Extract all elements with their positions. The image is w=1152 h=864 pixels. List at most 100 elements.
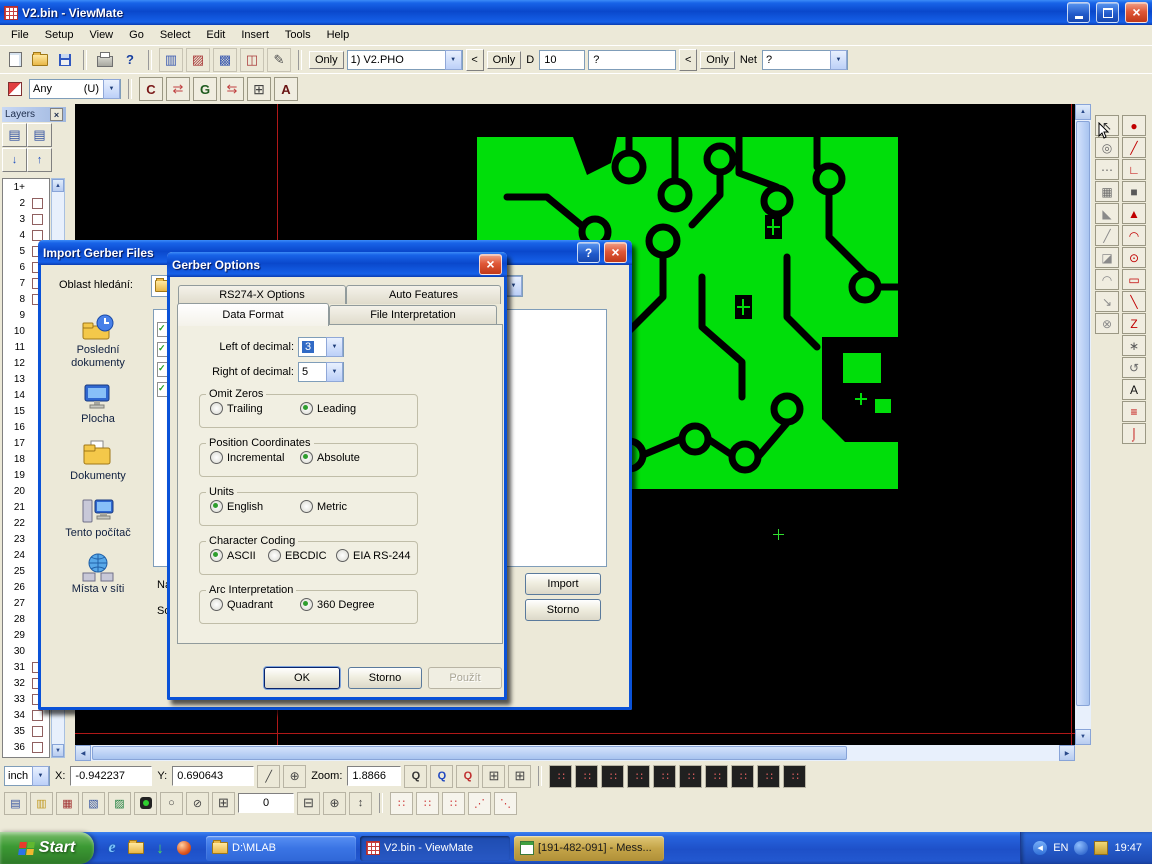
display-mode-icon[interactable]: ∷ [653, 765, 676, 788]
chevron-down-icon[interactable] [103, 79, 120, 99]
display-mode-icon[interactable]: ∷ [679, 765, 702, 788]
internet-explorer-icon[interactable] [102, 838, 122, 858]
menu-item[interactable]: Go [122, 27, 151, 43]
radio-eia-rs244[interactable]: EIA RS-244 [336, 549, 410, 562]
radio-english[interactable]: English [210, 500, 300, 513]
layer-table-button[interactable] [2, 123, 27, 147]
layer-row[interactable]: 36 [3, 739, 49, 755]
only-layer-toggle[interactable]: Only [309, 51, 344, 69]
radio-ebcdic[interactable]: EBCDIC [268, 549, 336, 562]
select-circle-button[interactable] [160, 792, 183, 815]
tool-icon[interactable]: ◠ [1095, 269, 1119, 290]
tool-icon[interactable]: ● [1122, 115, 1146, 136]
mode-icon[interactable]: ▥ [30, 792, 53, 815]
layer-row[interactable]: 2 [3, 195, 49, 211]
place-my-computer[interactable]: Tento počítač [50, 496, 146, 540]
pattern-icon[interactable]: ⋱ [494, 792, 517, 815]
app-titlebar[interactable]: V2.bin - ViewMate [0, 0, 1152, 25]
anchor-button[interactable] [323, 792, 346, 815]
tool-icon[interactable]: ⊗ [1095, 313, 1119, 334]
layer-color-swatch[interactable] [32, 726, 43, 737]
dcode-table-button[interactable]: C [139, 77, 163, 101]
tray-update-icon[interactable] [1074, 841, 1088, 855]
toolbar-tool-icon[interactable]: ◫ [240, 48, 264, 72]
text-tool-button[interactable]: A [274, 77, 298, 101]
dialog-titlebar[interactable]: Gerber Options [167, 252, 507, 277]
dot-grid-button[interactable] [297, 792, 320, 815]
save-button[interactable] [54, 49, 76, 71]
chevron-down-icon[interactable] [830, 50, 847, 70]
tool-icon[interactable]: ◪ [1095, 247, 1119, 268]
display-mode-icon[interactable]: ∷ [783, 765, 806, 788]
probe-button[interactable] [186, 792, 209, 815]
context-help-button[interactable] [119, 49, 141, 71]
open-file-button[interactable] [29, 49, 51, 71]
radio-incremental[interactable]: Incremental [210, 451, 300, 464]
tool-icon[interactable]: ∗ [1122, 335, 1146, 356]
scroll-right-icon[interactable] [1059, 745, 1075, 761]
tool-icon[interactable]: ╱ [1122, 137, 1146, 158]
units-combo[interactable]: inch [4, 766, 50, 786]
radio-360-degree[interactable]: 360 Degree [300, 598, 375, 611]
display-mode-icon[interactable]: ∷ [601, 765, 624, 788]
pattern-icon[interactable]: ∷ [416, 792, 439, 815]
grid-toggle-button[interactable] [482, 765, 505, 788]
restore-button[interactable] [1096, 2, 1119, 23]
help-button[interactable] [577, 242, 600, 263]
tool-icon[interactable]: ╲ [1122, 291, 1146, 312]
layer-color-swatch[interactable] [32, 710, 43, 721]
tool-icon[interactable]: ◠ [1122, 225, 1146, 246]
tray-app-icon[interactable] [1094, 841, 1108, 855]
radio-ascii[interactable]: ASCII [210, 549, 268, 562]
pattern-icon[interactable]: ∷ [390, 792, 413, 815]
zoom-window-button[interactable] [404, 765, 427, 788]
browser-orb-icon[interactable] [174, 838, 194, 858]
only-net-toggle[interactable]: Only [700, 51, 735, 69]
tool-icon[interactable]: ╱ [1095, 225, 1119, 246]
place-desktop[interactable]: Plocha [50, 382, 146, 426]
tool-icon[interactable]: ◎ [1095, 137, 1119, 158]
pan-vertical-button[interactable] [349, 792, 372, 815]
snap-grid-button[interactable] [212, 792, 235, 815]
close-button[interactable] [604, 242, 627, 263]
layers-panel-header[interactable]: Layers [2, 107, 66, 122]
radio-absolute[interactable]: Absolute [300, 451, 360, 464]
scrollbar-thumb[interactable] [1076, 121, 1090, 706]
cancel-button[interactable]: Storno [525, 599, 601, 621]
close-button[interactable] [1125, 2, 1148, 23]
scroll-up-icon[interactable] [1075, 104, 1091, 120]
close-button[interactable] [479, 254, 502, 275]
layer-row[interactable]: 1+ [3, 179, 49, 195]
layer-row[interactable]: 3 [3, 211, 49, 227]
taskbar-item-viewmate[interactable]: V2.bin - ViewMate [360, 836, 510, 861]
display-mode-icon[interactable]: ∷ [705, 765, 728, 788]
goto-button[interactable]: G [193, 77, 217, 101]
tool-icon[interactable]: ⋯ [1095, 159, 1119, 180]
layer-up-button[interactable] [27, 148, 52, 172]
dcode-filter-input[interactable]: ? [588, 50, 676, 70]
menu-item[interactable]: Setup [38, 27, 81, 43]
place-documents[interactable]: Dokumenty [50, 439, 146, 483]
toolbar-tool-icon[interactable]: ▥ [159, 48, 183, 72]
tool-icon[interactable]: A [1122, 379, 1146, 400]
net-combo[interactable]: ? [762, 50, 848, 70]
mode-icon[interactable]: ▦ [56, 792, 79, 815]
layer-color-swatch[interactable] [32, 198, 43, 209]
import-button[interactable]: Import [525, 573, 601, 595]
layer-down-button[interactable] [2, 148, 27, 172]
dcode-input[interactable]: 10 [539, 50, 585, 70]
scroll-left-icon[interactable] [75, 745, 91, 761]
tool-icon[interactable]: ■ [1122, 181, 1146, 202]
radio-metric[interactable]: Metric [300, 500, 347, 513]
layer-color-swatch[interactable] [32, 230, 43, 241]
display-mode-icon[interactable]: ∷ [627, 765, 650, 788]
layer-color-swatch[interactable] [32, 214, 43, 225]
cancel-button[interactable]: Storno [348, 667, 422, 689]
menu-item[interactable]: Help [320, 27, 357, 43]
radio-leading[interactable]: Leading [300, 402, 356, 415]
scope-combo[interactable]: Any (U) [29, 79, 121, 99]
tool-icon[interactable]: ◣ [1095, 203, 1119, 224]
chevron-down-icon[interactable] [505, 276, 522, 296]
menu-item[interactable]: File [4, 27, 36, 43]
close-icon[interactable] [50, 108, 63, 121]
